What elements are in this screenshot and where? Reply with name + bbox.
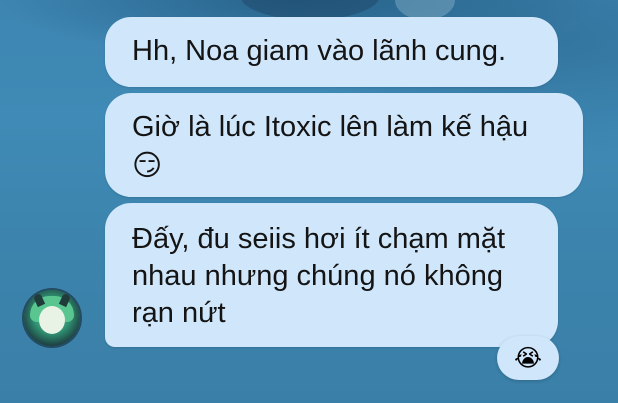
smirk-emoji: 😏 bbox=[132, 150, 163, 182]
message-bubble-3[interactable]: Đấy, đu seiis hơi ít chạm mặt nhau nhưng… bbox=[105, 203, 558, 347]
reaction-badge[interactable]: 😭 bbox=[497, 336, 559, 380]
message-text: Hh, Noa giam vào lãnh cung. bbox=[132, 35, 506, 67]
face-icon bbox=[39, 306, 65, 334]
message-text: nhau nhưng chúng nó không bbox=[132, 260, 503, 292]
message-text: rạn nứt bbox=[132, 297, 226, 329]
message-text: Giờ là lúc Itoxic lên làm kế hậu bbox=[132, 111, 529, 143]
message-text: Đấy, đu seiis hơi ít chạm mặt bbox=[132, 223, 506, 255]
message-bubble-2[interactable]: Giờ là lúc Itoxic lên làm kế hậu 😏 bbox=[105, 93, 583, 197]
crying-emoji-icon: 😭 bbox=[513, 344, 543, 372]
sender-avatar[interactable] bbox=[24, 290, 80, 346]
message-bubble-1[interactable]: Hh, Noa giam vào lãnh cung. bbox=[105, 17, 558, 87]
